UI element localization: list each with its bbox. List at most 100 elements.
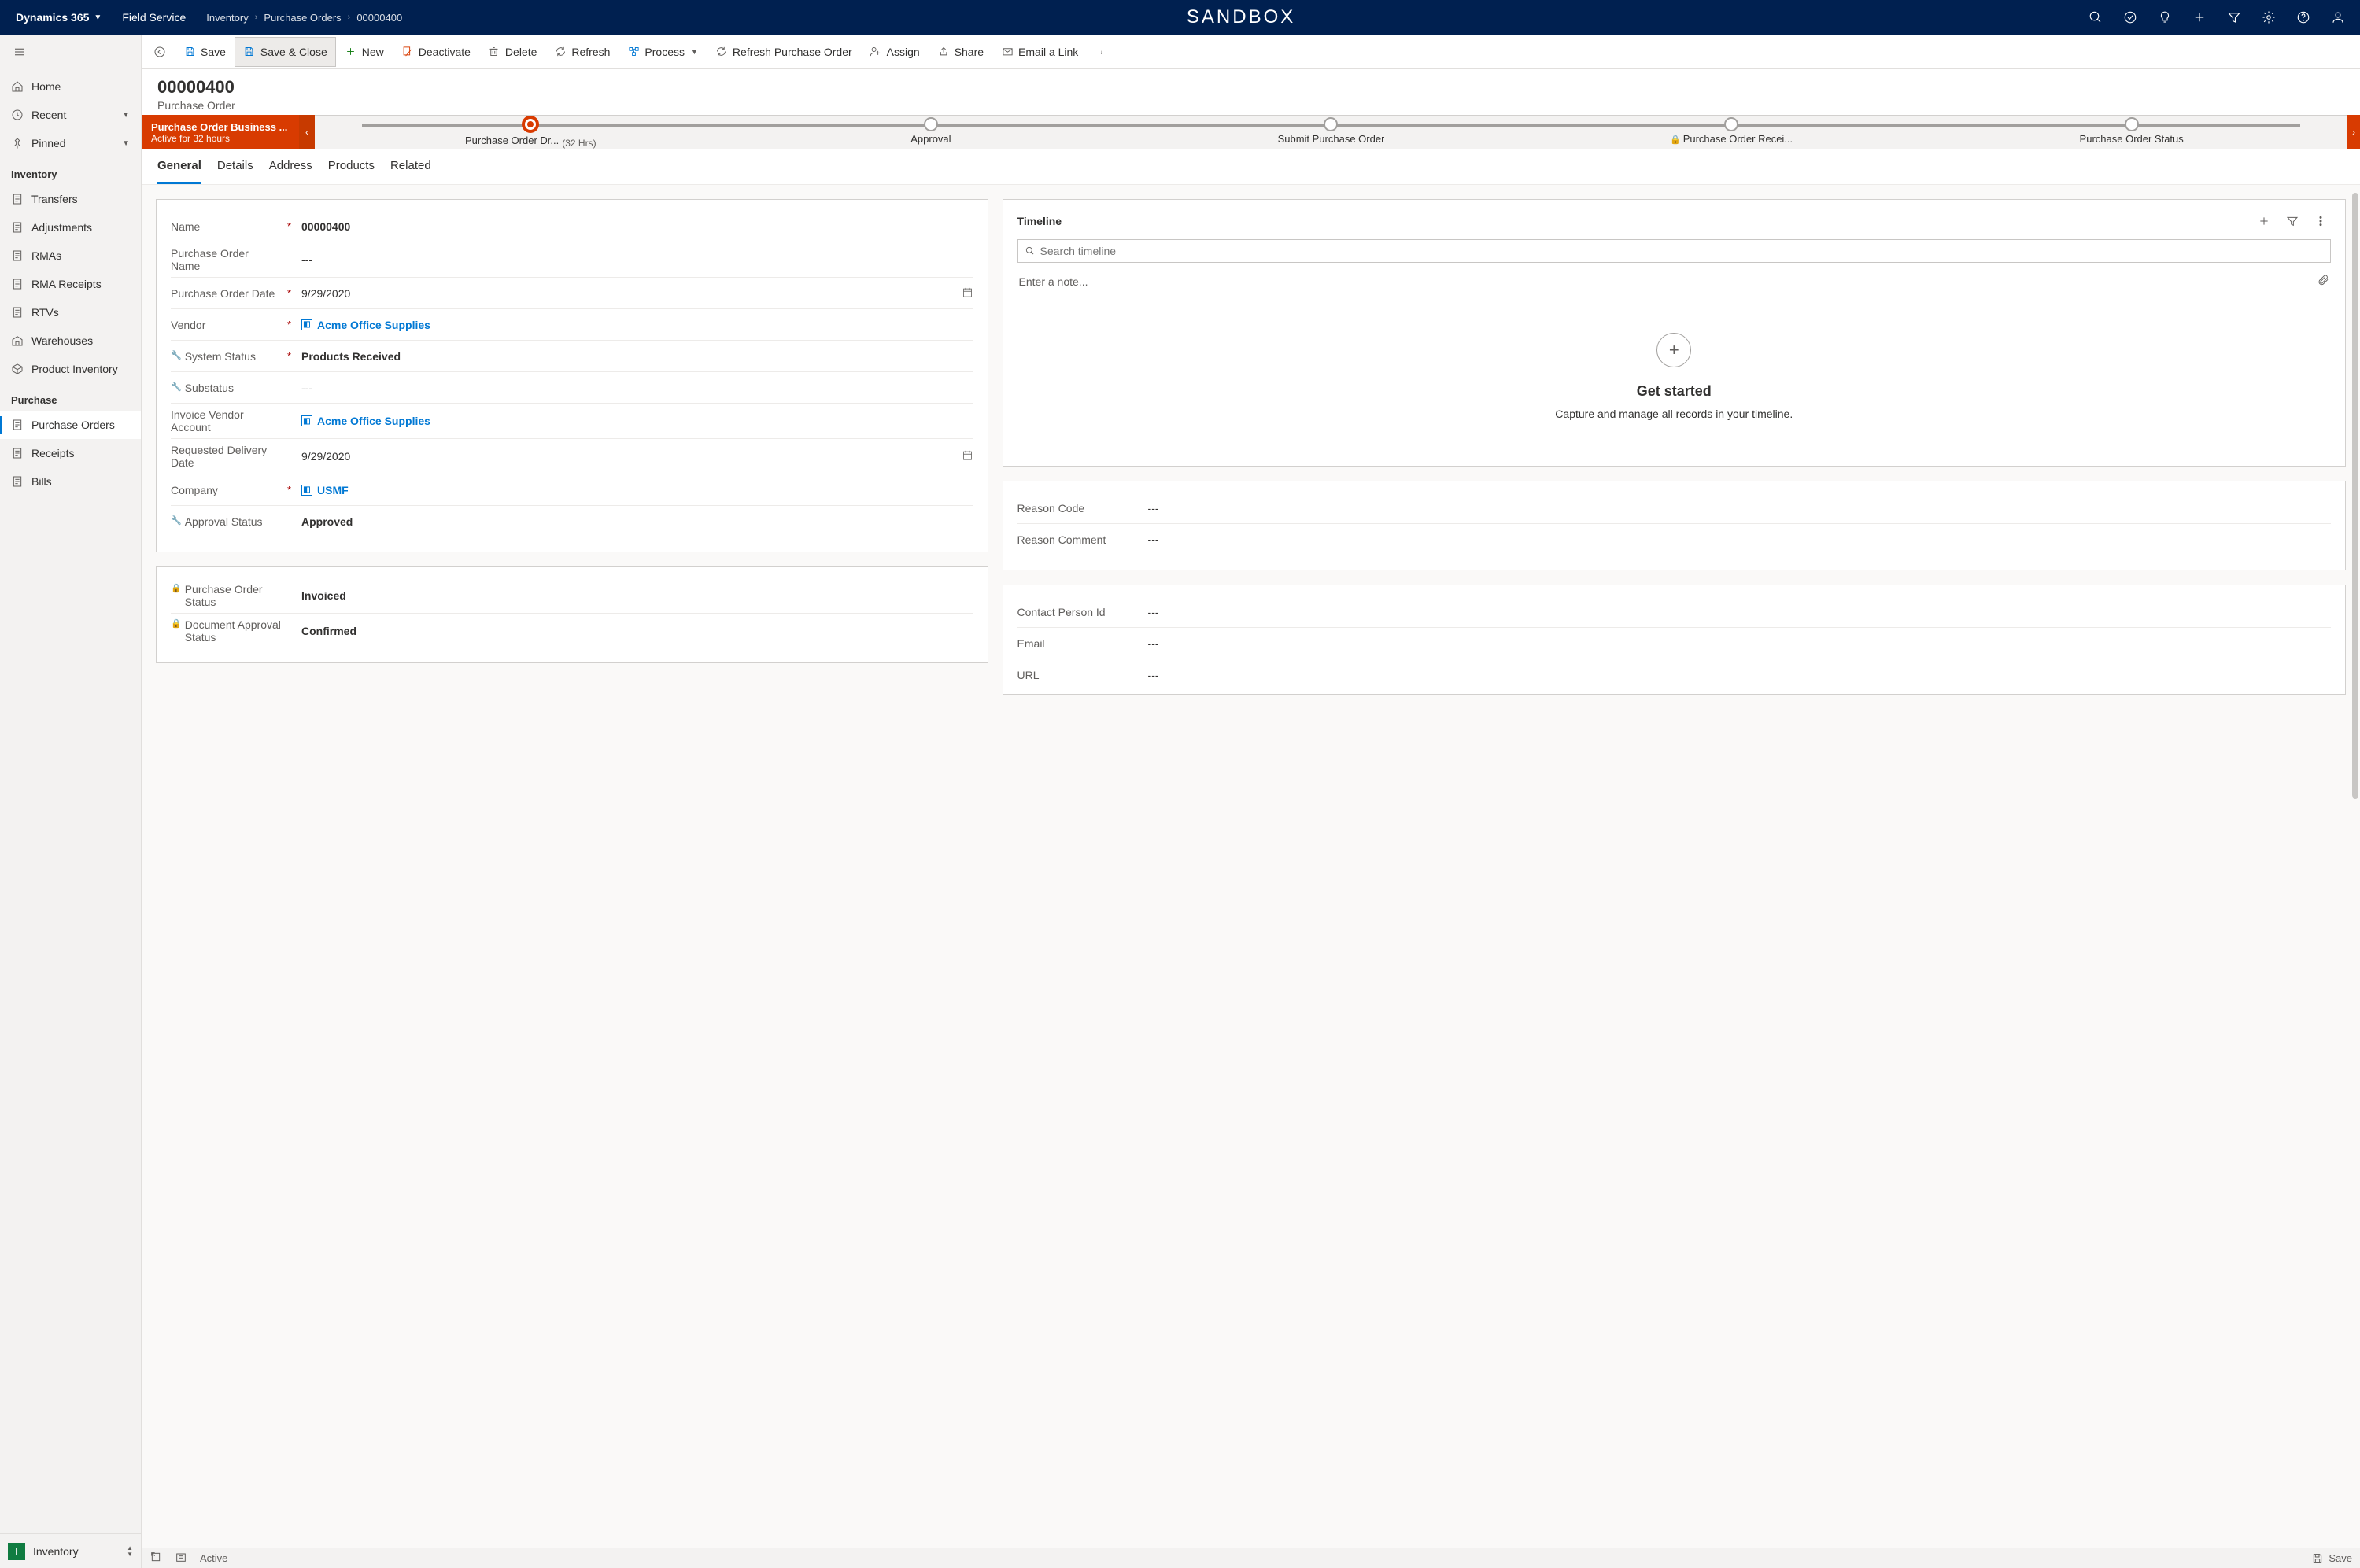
footer-save-label: Save [2329,1552,2352,1564]
timeline-filter[interactable] [2282,211,2303,231]
stage-purchase-order-recei[interactable]: 🔒Purchase Order Recei... [1531,117,1932,147]
field-value-cell[interactable]: ◧Acme Office Supplies [301,415,973,427]
calendar-icon[interactable] [962,286,973,301]
refresh-button[interactable]: Refresh [545,37,619,67]
nav-rtvs[interactable]: RTVs [0,298,141,327]
deactivate-icon [401,46,414,58]
assign-button[interactable]: Assign [861,37,929,67]
tab-general[interactable]: General [157,149,201,184]
field-email[interactable]: Email--- [1017,628,2331,659]
product-name[interactable]: Field Service [111,11,197,24]
stage-purchase-order-dr[interactable]: Purchase Order Dr...(32 Hrs) [331,116,731,149]
tab-related[interactable]: Related [390,149,431,184]
breadcrumb-item[interactable]: Purchase Orders [264,12,341,24]
breadcrumb-item[interactable]: 00000400 [356,12,402,24]
area-switcher[interactable]: I Inventory ▲▼ [0,1533,141,1568]
new-button[interactable]: New [336,37,393,67]
help-icon[interactable] [2288,0,2319,35]
share-icon [937,46,950,58]
stage-dot [522,116,539,133]
save-button[interactable]: Save [175,37,235,67]
field-purchase-order-date[interactable]: Purchase Order Date*9/29/2020 [171,278,973,309]
nav-receipts[interactable]: Receipts [0,439,141,467]
nav-rma-receipts[interactable]: RMA Receipts [0,270,141,298]
field-label: Vendor [171,319,281,331]
refresh-po-button[interactable]: Refresh Purchase Order [707,37,861,67]
nav-rmas[interactable]: RMAs [0,242,141,270]
user-icon[interactable] [2322,0,2354,35]
field-label: 🔒Purchase Order Status [171,583,281,608]
nav-recent[interactable]: Recent▼ [0,101,141,129]
field-purchase-order-name[interactable]: Purchase Order Name--- [171,242,973,278]
nav-warehouses[interactable]: Warehouses [0,327,141,355]
tab-details[interactable]: Details [217,149,253,184]
field-label: Company [171,484,281,496]
field-system-status[interactable]: 🔧System Status*Products Received [171,341,973,372]
field-reason-comment[interactable]: Reason Comment--- [1017,524,2331,555]
tab-products[interactable]: Products [328,149,375,184]
plus-icon[interactable] [2184,0,2215,35]
field-approval-status[interactable]: 🔧Approval StatusApproved [171,506,973,537]
email-link-button[interactable]: Email a Link [992,37,1087,67]
field-company[interactable]: Company*◧USMF [171,474,973,506]
field-purchase-order-status[interactable]: 🔒Purchase Order StatusInvoiced [171,578,973,614]
nav-purchase-orders[interactable]: Purchase Orders [0,411,141,439]
stage-purchase-order-status[interactable]: Purchase Order Status [1931,117,2332,147]
readonly-icon[interactable] [175,1551,187,1566]
chevron-down-icon: ▼ [122,139,130,148]
more-commands[interactable] [1090,37,1114,67]
field-substatus[interactable]: 🔧Substatus--- [171,372,973,404]
stage-submit-purchase-order[interactable]: Submit Purchase Order [1131,117,1531,147]
field-invoice-vendor-account[interactable]: Invoice Vendor Account◧Acme Office Suppl… [171,404,973,439]
required-indicator: * [287,287,295,299]
nav-pinned[interactable]: Pinned▼ [0,129,141,157]
tab-address[interactable]: Address [269,149,312,184]
field-value-cell[interactable]: ◧Acme Office Supplies [301,319,973,331]
record-type: Purchase Order [157,99,2344,112]
stage-label: Approval [910,133,951,145]
process-header[interactable]: Purchase Order Business ... Active for 3… [142,115,299,149]
process-next[interactable]: › [2347,115,2360,149]
nav-bills[interactable]: Bills [0,467,141,496]
nav-adjustments[interactable]: Adjustments [0,213,141,242]
app-launcher[interactable]: Dynamics 365 ▼ [6,11,111,24]
task-icon[interactable] [2114,0,2146,35]
timeline-search[interactable] [1017,239,2331,263]
nav-product-inventory[interactable]: Product Inventory [0,355,141,383]
field-name[interactable]: Name*00000400 [171,211,973,242]
gear-icon[interactable] [2253,0,2284,35]
nav-toggle[interactable] [0,35,141,69]
footer-save-button[interactable]: Save [2311,1552,2352,1565]
lightbulb-icon[interactable] [2149,0,2181,35]
field-reason-code[interactable]: Reason Code--- [1017,493,2331,524]
nav-transfers[interactable]: Transfers [0,185,141,213]
attach-icon[interactable] [2317,274,2329,289]
field-url[interactable]: URL--- [1017,659,2331,691]
field-requested-delivery-date[interactable]: Requested Delivery Date9/29/2020 [171,439,973,474]
timeline-note-input[interactable]: Enter a note... [1017,269,2331,293]
search-icon[interactable] [2080,0,2111,35]
filter-icon[interactable] [2218,0,2250,35]
field-vendor[interactable]: Vendor*◧Acme Office Supplies [171,309,973,341]
scrollbar[interactable] [2352,193,2358,1540]
field-value-cell[interactable]: ◧USMF [301,484,973,496]
process-button[interactable]: Process▼ [619,37,707,67]
timeline-getstarted-add[interactable]: + [1656,333,1691,367]
breadcrumb-item[interactable]: Inventory [206,12,248,24]
share-button[interactable]: Share [929,37,992,67]
nav-home[interactable]: Home [0,72,141,101]
delete-button[interactable]: Delete [479,37,545,67]
field-contact-person-id[interactable]: Contact Person Id--- [1017,596,2331,628]
deactivate-button[interactable]: Deactivate [393,37,479,67]
process-prev[interactable]: ‹ [299,115,315,149]
popout-icon[interactable] [150,1551,162,1566]
save-close-button[interactable]: Save & Close [235,37,336,67]
timeline-search-input[interactable] [1040,245,2324,257]
field-document-approval-status[interactable]: 🔒Document Approval StatusConfirmed [171,614,973,648]
timeline-more[interactable] [2310,211,2331,231]
wrench-icon: 🔧 [171,382,182,392]
calendar-icon[interactable] [962,449,973,463]
stage-approval[interactable]: Approval [731,117,1132,147]
back-button[interactable] [145,37,175,67]
timeline-add[interactable] [2254,211,2274,231]
